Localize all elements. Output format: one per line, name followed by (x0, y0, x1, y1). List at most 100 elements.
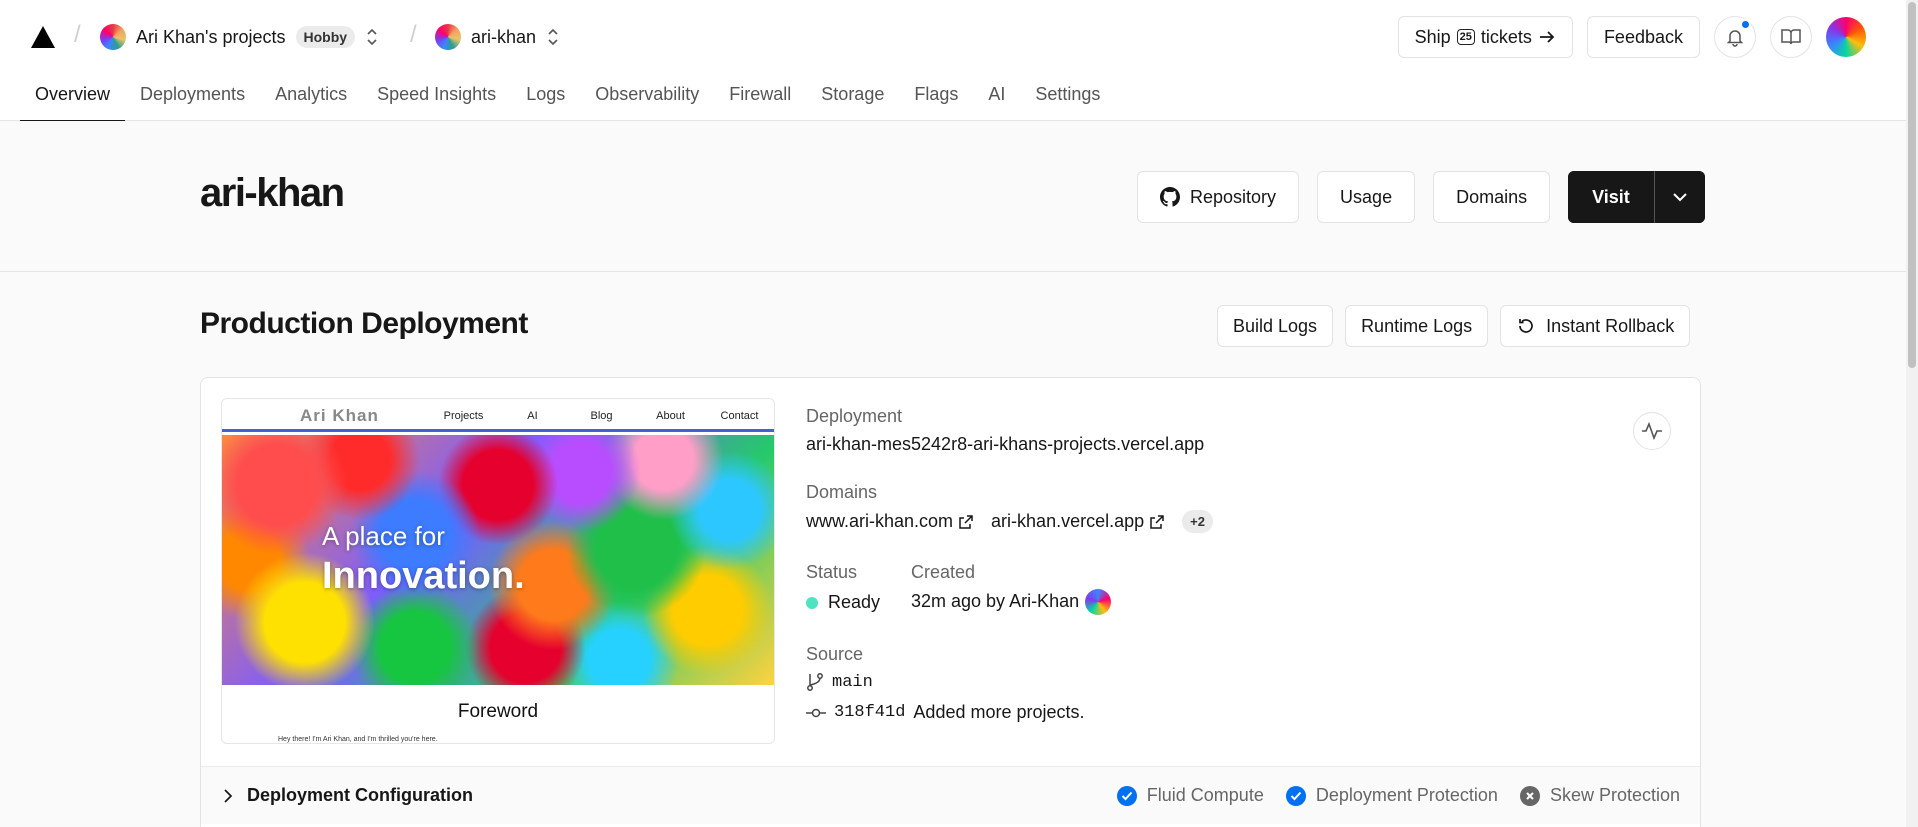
arrow-right-icon (1539, 31, 1555, 43)
page-scrollbar[interactable] (1906, 0, 1918, 827)
check-circle-icon (1285, 785, 1306, 806)
activity-button[interactable] (1633, 412, 1671, 450)
preview-logo: Ari Khan (300, 406, 379, 425)
source-label: Source (806, 644, 864, 664)
visit-button[interactable]: Visit (1568, 171, 1654, 223)
header-actions: Ship 25 tickets Feedback (1397, 16, 1866, 58)
feature-label: Fluid Compute (1146, 785, 1264, 805)
feature-deployment-protection: Deployment Protection (1285, 785, 1498, 806)
domain-text: ari-khan.vercel.app (991, 511, 1145, 531)
domain-link[interactable]: ari-khan.vercel.app (991, 511, 1164, 532)
feature-label: Deployment Protection (1315, 785, 1498, 805)
preview-link: About (656, 410, 685, 422)
page-title: ari-khan (200, 171, 345, 215)
project-name: ari-khan (471, 26, 537, 47)
feature-fluid-compute: Fluid Compute (1116, 785, 1264, 806)
domain-link[interactable]: www.ari-khan.com (806, 511, 973, 532)
rollback-label: Instant Rollback (1546, 315, 1675, 336)
usage-button[interactable]: Usage (1317, 171, 1416, 223)
created-value: 32m ago by Ari-Khan (911, 589, 1112, 615)
git-branch-icon (807, 673, 823, 691)
chevron-updown-icon[interactable] (365, 27, 379, 47)
activity-icon (1642, 422, 1662, 440)
status-text: Ready (828, 592, 881, 612)
deployment-preview[interactable]: Ari Khan Projects AI Blog About Contact … (221, 398, 775, 744)
preview-link: Projects (443, 410, 484, 422)
tab-storage[interactable]: Storage (806, 75, 899, 121)
tab-observability[interactable]: Observability (580, 75, 714, 121)
preview-heading: Foreword (457, 701, 539, 722)
deployment-url[interactable]: ari-khan-mes5242r8-ari-khans-projects.ve… (806, 434, 1204, 455)
visit-button-group: Visit (1568, 171, 1705, 223)
notifications-button[interactable] (1714, 16, 1756, 58)
instant-rollback-button[interactable]: Instant Rollback (1500, 305, 1691, 347)
domains-list: www.ari-khan.com ari-khan.vercel.app +2 (806, 510, 1213, 533)
status-value: Ready (806, 592, 880, 613)
domains-button[interactable]: Domains (1433, 171, 1551, 223)
status-dot (806, 597, 818, 610)
deployment-configuration-toggle[interactable]: Deployment Configuration (223, 785, 473, 806)
feature-skew-protection: Skew Protection (1519, 785, 1680, 806)
bell-icon (1726, 30, 1744, 47)
runtime-logs-button[interactable]: Runtime Logs (1345, 305, 1489, 347)
rollback-icon (1519, 319, 1533, 333)
project-avatar (435, 24, 461, 50)
external-link-icon (1150, 514, 1164, 529)
branch-name: main (832, 672, 873, 692)
more-domains-badge[interactable]: +2 (1182, 510, 1213, 533)
top-bar: / Ari Khan's projects Hobby / ari-khan S… (0, 0, 1906, 122)
external-link-icon (959, 514, 973, 529)
preview-hero-line2: Innovation. (322, 555, 525, 597)
domains-label: Domains (806, 482, 878, 502)
created-label: Created (911, 562, 976, 582)
scrollbar-thumb[interactable] (1908, 2, 1916, 368)
chevron-updown-icon[interactable] (546, 27, 560, 47)
check-circle-icon (1116, 785, 1137, 806)
breadcrumb-separator: / (410, 21, 417, 48)
feedback-button[interactable]: Feedback (1586, 16, 1700, 58)
tab-logs[interactable]: Logs (511, 75, 580, 121)
git-commit-icon (806, 708, 826, 717)
docs-button[interactable] (1770, 16, 1812, 58)
ship-tickets-button[interactable]: Ship 25 tickets (1397, 16, 1573, 58)
tab-analytics[interactable]: Analytics (260, 75, 362, 121)
notification-dot (1740, 19, 1751, 30)
tickets-label: tickets (1480, 26, 1532, 47)
chevron-right-icon (224, 788, 233, 803)
config-features: Fluid Compute Deployment Protection Skew… (1116, 785, 1680, 806)
repository-button[interactable]: Repository (1137, 171, 1300, 223)
preview-nav: Ari Khan Projects AI Blog About Contact (222, 399, 774, 432)
tab-speed-insights[interactable]: Speed Insights (362, 75, 511, 121)
commit-message: Added more projects. (913, 702, 1085, 722)
config-label: Deployment Configuration (247, 785, 473, 805)
preview-link: AI (527, 410, 538, 422)
project-header: ari-khan Repository Usage Domains Visit (0, 121, 1906, 272)
feature-label: Skew Protection (1549, 785, 1680, 805)
source-commit[interactable]: 318f41d Added more projects. (806, 702, 1085, 723)
domain-text: www.ari-khan.com (806, 511, 954, 531)
vercel-logo-icon[interactable] (30, 25, 56, 49)
team-switcher[interactable]: Ari Khan's projects Hobby (100, 22, 379, 52)
tab-deployments[interactable]: Deployments (125, 75, 260, 121)
ship-label: Ship (1414, 26, 1451, 47)
preview-link: Blog (590, 410, 613, 422)
breadcrumb-separator: / (74, 21, 81, 48)
project-switcher[interactable]: ari-khan (435, 22, 560, 52)
user-avatar[interactable] (1826, 17, 1866, 57)
tab-firewall[interactable]: Firewall (714, 75, 806, 121)
visit-dropdown-button[interactable] (1653, 171, 1705, 223)
chevron-down-icon (1673, 193, 1687, 202)
tab-ai[interactable]: AI (973, 75, 1020, 121)
source-branch[interactable]: main (806, 672, 873, 692)
tab-overview[interactable]: Overview (20, 75, 126, 122)
tab-settings[interactable]: Settings (1020, 75, 1115, 121)
production-deployment-card: Ari Khan Projects AI Blog About Contact … (200, 377, 1701, 827)
plan-badge: Hobby (295, 26, 356, 48)
commit-hash: 318f41d (834, 703, 906, 722)
preview-paragraph: Hey there! I'm Ari Khan, and I'm thrille… (278, 736, 438, 743)
creator-avatar (1085, 589, 1112, 615)
build-logs-button[interactable]: Build Logs (1217, 305, 1334, 347)
team-name: Ari Khan's projects (136, 26, 286, 47)
tab-flags[interactable]: Flags (899, 75, 973, 121)
deployment-configuration-bar[interactable]: Deployment Configuration Fluid Compute D… (201, 766, 1700, 824)
